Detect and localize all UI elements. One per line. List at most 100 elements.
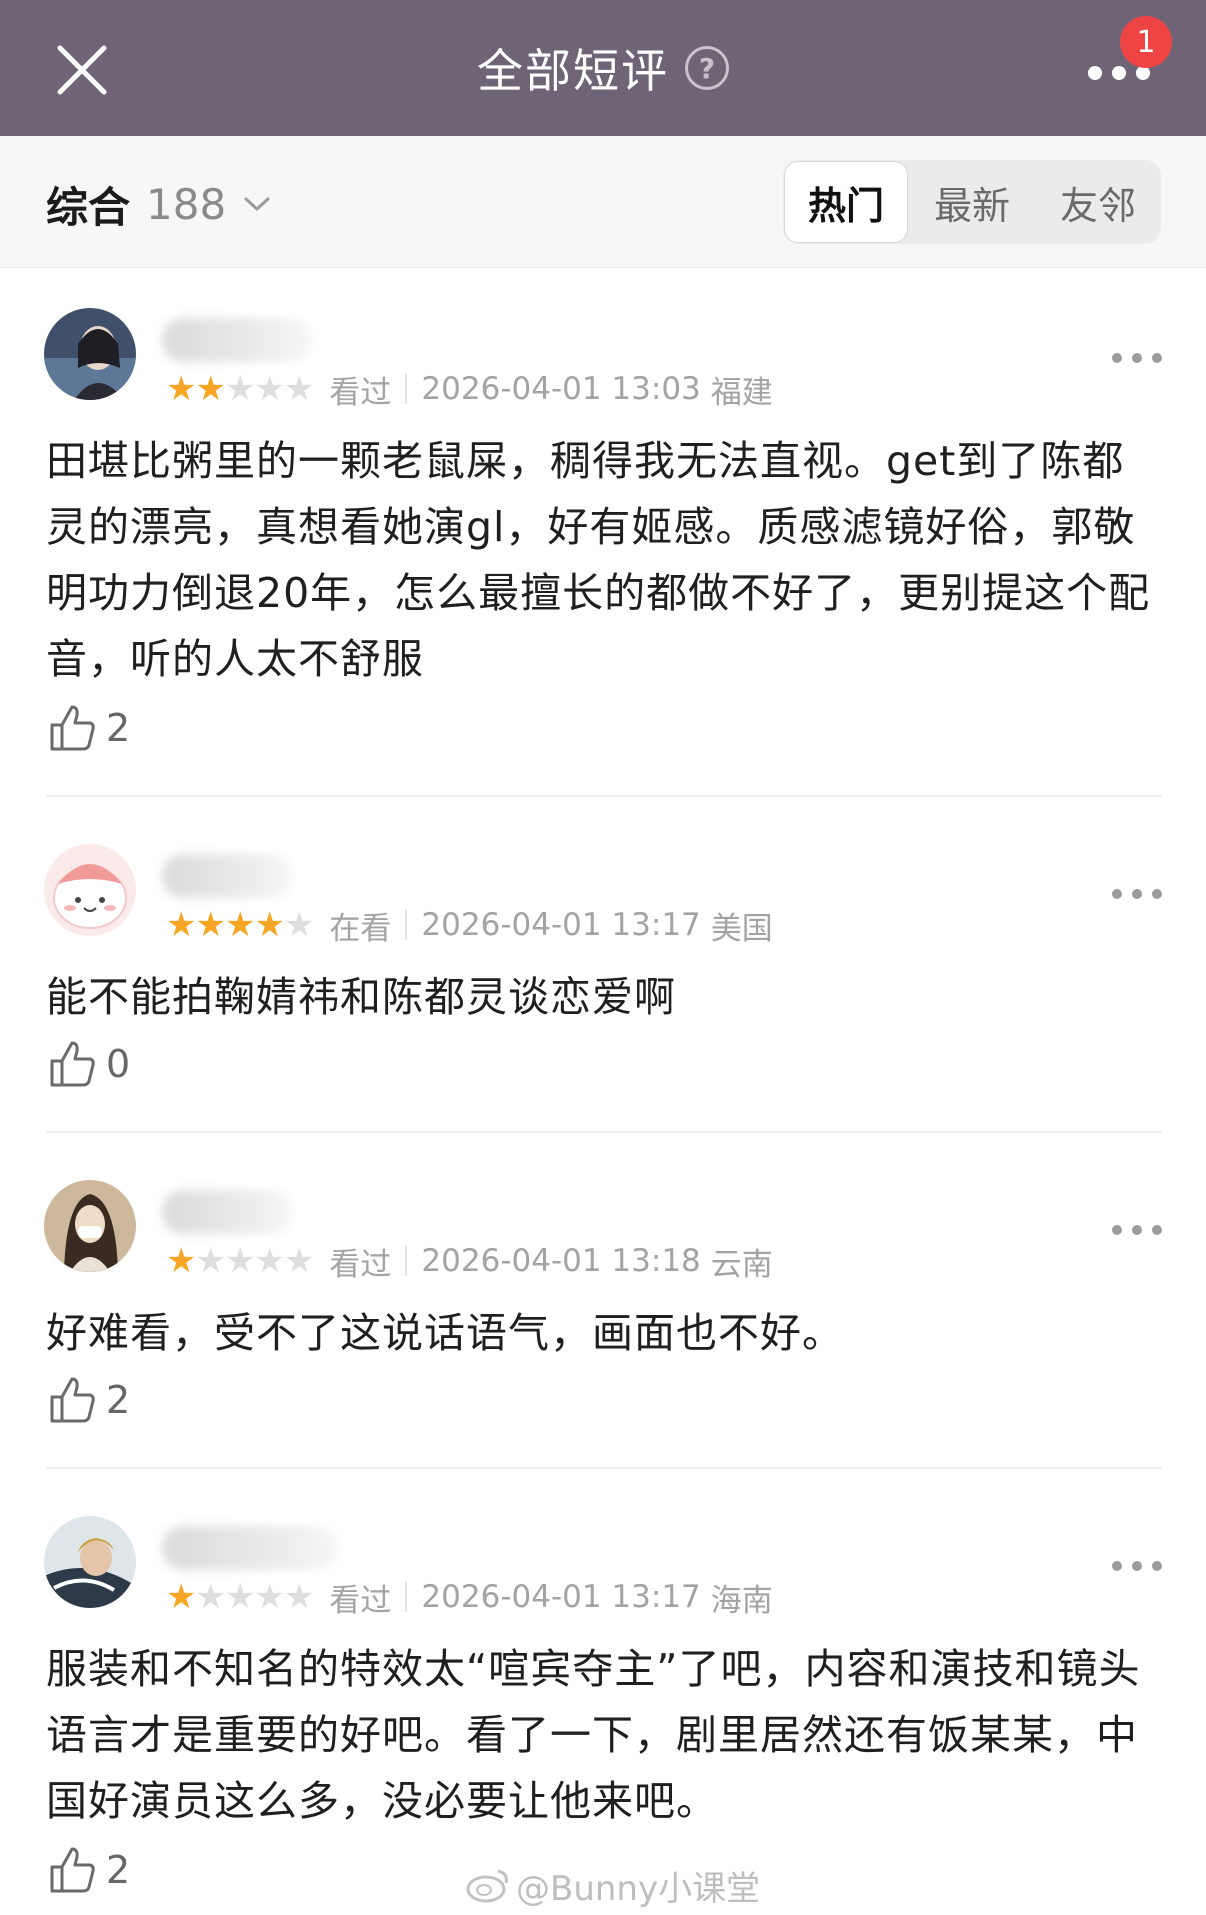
username[interactable] (162, 318, 312, 362)
comment-location: 美国 (710, 910, 773, 947)
like-count: 2 (106, 1378, 131, 1422)
more-dot-icon (1152, 1225, 1162, 1235)
like-button[interactable]: 2 (48, 700, 130, 756)
comment-datetime: 2026-04-01 13:03 (421, 371, 701, 407)
rating-stars: ★ ★ ★ ★ ★ (166, 905, 315, 945)
avatar[interactable] (44, 844, 136, 936)
tab-latest[interactable]: 最新 (909, 160, 1035, 244)
watch-status: 在看 (329, 910, 392, 947)
screen: 全部短评 ? 1 综合 188 热门 最新 友邻 ★ ★ ★ ★ ★ 看过 20… (0, 0, 1206, 1915)
comment-meta: ★ ★ ★ ★ ★ 看过 2026-04-01 13:17 海南 (166, 1576, 773, 1619)
more-dot-icon (1132, 1225, 1142, 1235)
rating-stars: ★ ★ ★ ★ ★ (166, 1577, 314, 1617)
rating-stars: ★ ★ ★ ★ ★ (166, 369, 315, 409)
page-title: 全部短评 (477, 44, 669, 98)
divider (46, 795, 1162, 797)
thumbs-up-icon (50, 1377, 95, 1423)
star-icon: ★ (254, 369, 285, 409)
more-dot-icon (1112, 66, 1126, 80)
meta-separator (405, 910, 408, 940)
more-dot-icon (1112, 353, 1122, 363)
star-icon: ★ (283, 369, 315, 409)
comment-meta: ★ ★ ★ ★ ★ 看过 2026-04-01 13:03 福建 (166, 368, 773, 411)
comment-text: 好难看，受不了这说话语气，画面也不好。 (46, 1309, 844, 1357)
username[interactable] (162, 1190, 292, 1234)
watermark-text: @Bunny小课堂 (516, 1868, 761, 1909)
comment-datetime: 2026-04-01 13:17 (421, 907, 701, 943)
more-dot-icon (1152, 1561, 1162, 1571)
comment-meta: ★ ★ ★ ★ ★ 看过 2026-04-01 13:18 云南 (166, 1240, 773, 1283)
like-button[interactable]: 0 (48, 1036, 130, 1092)
avatar[interactable] (44, 308, 136, 400)
like-button[interactable]: 2 (48, 1372, 130, 1428)
sort-tabs: 热门 最新 友邻 (783, 160, 1161, 244)
comment-text: 田堪比粥里的一颗老鼠屎，稠得我无法直视。get到了陈都灵的漂亮，真想看她演gl，… (46, 437, 1151, 683)
star-icon: ★ (166, 1241, 197, 1281)
tab-friends[interactable]: 友邻 (1035, 160, 1161, 244)
star-icon: ★ (195, 905, 226, 945)
avatar[interactable] (44, 1516, 136, 1608)
notification-badge: 1 (1120, 16, 1172, 68)
weibo-logo-icon (466, 1869, 508, 1903)
username[interactable] (162, 854, 292, 898)
username[interactable] (162, 1526, 338, 1570)
more-dot-icon (1112, 889, 1122, 899)
divider (46, 1131, 1162, 1133)
more-dot-icon (1088, 66, 1102, 80)
star-icon: ★ (254, 1241, 285, 1281)
meta-separator (405, 1246, 408, 1276)
more-dot-icon (1132, 889, 1142, 899)
thumbs-up-icon (50, 1041, 95, 1087)
watch-status: 看过 (329, 1246, 392, 1283)
avatar[interactable] (44, 1180, 136, 1272)
star-icon: ★ (166, 369, 197, 409)
sort-dropdown[interactable]: 综合 188 (46, 176, 272, 232)
star-icon: ★ (166, 1577, 197, 1617)
like-count: 2 (106, 1848, 131, 1892)
more-dot-icon (1112, 1561, 1122, 1571)
comment-meta: ★ ★ ★ ★ ★ 在看 2026-04-01 13:17 美国 (166, 904, 773, 947)
rating-stars: ★ ★ ★ ★ ★ (166, 1241, 314, 1281)
like-count: 0 (106, 1042, 131, 1086)
title-wrap: 全部短评 ? (0, 0, 1206, 136)
star-icon: ★ (195, 1577, 226, 1617)
avatar-photo-icon (44, 1516, 136, 1608)
like-button[interactable]: 2 (48, 1842, 130, 1898)
comment-text: 服装和不知名的特效太“喧宾夺主”了吧，内容和演技和镜头语言才是重要的好吧。看了一… (46, 1645, 1141, 1825)
comment-datetime: 2026-04-01 13:17 (421, 1579, 701, 1615)
comment-location: 福建 (710, 374, 773, 411)
star-icon: ★ (283, 905, 315, 945)
help-circle-icon[interactable]: ? (685, 46, 729, 90)
star-icon: ★ (224, 1577, 256, 1617)
avatar-photo-icon (44, 1180, 136, 1272)
star-icon: ★ (224, 369, 256, 409)
watch-status: 看过 (329, 1582, 392, 1619)
star-icon: ★ (224, 1241, 256, 1281)
comment-location: 云南 (710, 1246, 773, 1283)
sort-count: 188 (146, 179, 227, 229)
chevron-down-icon (244, 197, 270, 211)
star-icon: ★ (254, 905, 285, 945)
more-dot-icon (1132, 1561, 1142, 1571)
avatar-cartoon-icon (44, 844, 136, 936)
star-icon: ★ (254, 1577, 285, 1617)
comment-more-button[interactable] (1112, 346, 1162, 370)
avatar-photo-icon (44, 308, 136, 400)
top-bar: 全部短评 ? 1 (0, 0, 1206, 136)
star-icon: ★ (195, 369, 226, 409)
comment-more-button[interactable] (1112, 882, 1162, 906)
comment-more-button[interactable] (1112, 1554, 1162, 1578)
comment-datetime: 2026-04-01 13:18 (421, 1243, 701, 1279)
like-count: 2 (106, 706, 131, 750)
comment-more-button[interactable] (1112, 1218, 1162, 1242)
watermark: @Bunny小课堂 (466, 1860, 760, 1910)
meta-separator (405, 1582, 408, 1612)
divider (46, 1467, 1162, 1469)
star-icon: ★ (195, 1241, 226, 1281)
tab-hot[interactable]: 热门 (784, 161, 908, 243)
more-dot-icon (1136, 66, 1150, 80)
comment-location: 海南 (710, 1582, 773, 1619)
star-icon: ★ (224, 905, 256, 945)
more-dot-icon (1132, 353, 1142, 363)
star-icon: ★ (166, 905, 197, 945)
